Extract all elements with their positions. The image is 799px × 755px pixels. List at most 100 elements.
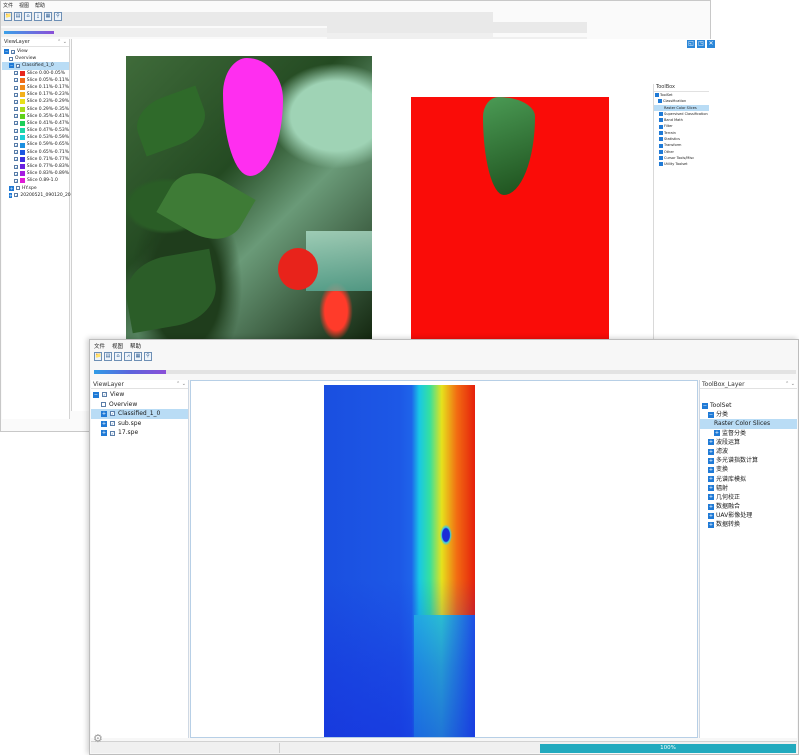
collapse-icon[interactable]: −: [708, 411, 714, 418]
layers-icon[interactable]: ▤: [104, 352, 112, 361]
layer-checkbox[interactable]: [14, 128, 18, 133]
layer-checkbox[interactable]: [14, 193, 19, 198]
download-icon[interactable]: ⤓: [34, 12, 42, 21]
toolbox-item[interactable]: − 分类: [700, 410, 797, 419]
toolbox-item[interactable]: + 多光谱指数计算: [700, 456, 797, 465]
layer-row[interactable]: − View: [91, 390, 188, 400]
bg-menu-file[interactable]: 文件: [3, 2, 13, 10]
expand-icon[interactable]: [659, 124, 663, 129]
fg-menu-view[interactable]: 视图: [112, 342, 123, 350]
layer-checkbox[interactable]: [14, 85, 18, 90]
bg-menu-help[interactable]: 帮助: [35, 2, 45, 10]
layer-checkbox[interactable]: [14, 78, 18, 83]
expand-icon[interactable]: [659, 162, 663, 167]
layer-checkbox[interactable]: [110, 411, 115, 417]
expand-icon[interactable]: +: [708, 439, 714, 446]
layer-row[interactable]: + HY.spe: [2, 185, 69, 192]
panel-controls-icon[interactable]: ⌃ ⌄: [176, 380, 186, 389]
toolbox-item[interactable]: Raster Color Slices: [700, 419, 797, 429]
layer-checkbox[interactable]: [16, 186, 20, 191]
layer-checkbox[interactable]: [14, 135, 18, 140]
toolbox-item[interactable]: − ToolSet: [700, 401, 797, 410]
expand-icon[interactable]: +: [9, 192, 13, 198]
toolbox-item[interactable]: + 辐射: [700, 484, 797, 493]
layer-row[interactable]: − Classified_1_0: [2, 62, 69, 70]
expand-icon[interactable]: +: [708, 485, 714, 492]
toolbox-item[interactable]: + 光谱库模拟: [700, 475, 797, 484]
layer-checkbox[interactable]: [14, 164, 18, 169]
expand-icon[interactable]: +: [708, 512, 714, 519]
toolbox-item[interactable]: Utility Toolset: [654, 161, 709, 167]
layer-row[interactable]: + sub.spe: [91, 419, 188, 429]
spectrum-icon[interactable]: ⩘: [124, 352, 132, 361]
home-icon[interactable]: ⌂: [114, 352, 122, 361]
layer-row[interactable]: +17.spe: [91, 428, 188, 438]
layer-row[interactable]: +20200521_090120_200-400.spe: [2, 192, 93, 199]
layer-checkbox[interactable]: [14, 71, 18, 76]
open-folder-icon[interactable]: 📁: [4, 12, 12, 21]
open-folder-icon[interactable]: 📁: [94, 352, 102, 361]
layer-checkbox[interactable]: [110, 430, 115, 436]
layer-row[interactable]: Slice 0.29%-0.35%: [2, 106, 69, 113]
layer-checkbox[interactable]: [14, 150, 18, 155]
layer-row[interactable]: Slice 0.05%-0.11%: [2, 77, 69, 84]
expand-icon[interactable]: +: [101, 430, 107, 437]
bg-menu-view[interactable]: 视图: [19, 2, 29, 10]
search-icon[interactable]: ⚲: [54, 12, 62, 21]
layer-checkbox[interactable]: [16, 63, 20, 68]
layer-checkbox[interactable]: [11, 49, 15, 54]
layer-checkbox[interactable]: [14, 114, 18, 119]
fg-menu-help[interactable]: 帮助: [130, 342, 141, 350]
layer-row[interactable]: Slice 0.17%-0.23%: [2, 91, 69, 98]
settings-gear-icon[interactable]: ⚙: [93, 732, 103, 745]
expand-icon[interactable]: +: [708, 448, 714, 455]
layer-row[interactable]: Slice 0.65%-0.71%: [2, 149, 69, 156]
collapse-icon[interactable]: −: [702, 402, 708, 409]
layer-checkbox[interactable]: [14, 157, 18, 162]
layer-checkbox[interactable]: [14, 143, 18, 148]
layer-row[interactable]: + Classified_1_0: [91, 409, 188, 419]
layer-row[interactable]: Slice 0.41%-0.47%: [2, 120, 69, 127]
layer-row[interactable]: Overview: [2, 55, 69, 62]
layer-checkbox[interactable]: [14, 92, 18, 97]
collapse-icon[interactable]: −: [4, 49, 9, 55]
toolbox-item[interactable]: + 数据融合: [700, 502, 797, 511]
layer-checkbox[interactable]: [9, 56, 13, 61]
toolbox-item[interactable]: + 几何校正: [700, 493, 797, 502]
layer-row[interactable]: Overview: [91, 400, 188, 410]
fg-image-viewer[interactable]: [190, 380, 698, 738]
expand-icon[interactable]: [658, 99, 662, 104]
layer-row[interactable]: Slice 0.00-0.05%: [2, 70, 69, 77]
grid-icon[interactable]: ▦: [134, 352, 142, 361]
toolbox-item[interactable]: + 滤波: [700, 447, 797, 456]
layer-row[interactable]: Slice 0.53%-0.59%: [2, 134, 69, 141]
expand-icon[interactable]: +: [708, 466, 714, 473]
expand-icon[interactable]: [659, 118, 663, 123]
expand-icon[interactable]: [659, 149, 663, 154]
layer-row[interactable]: Slice 0.71%-0.77%: [2, 156, 69, 163]
layer-checkbox[interactable]: [101, 401, 106, 407]
layer-checkbox[interactable]: [14, 121, 18, 126]
grid-icon[interactable]: ▦: [44, 12, 52, 21]
panel-controls-icon[interactable]: ⌃ ⌄: [57, 39, 67, 45]
toolbox-item[interactable]: + 变换: [700, 465, 797, 474]
collapse-icon[interactable]: −: [93, 391, 99, 398]
layer-checkbox[interactable]: [14, 171, 18, 176]
collapse-icon[interactable]: −: [9, 63, 14, 69]
toolbox-item[interactable]: + 数据转换: [700, 520, 797, 529]
expand-icon[interactable]: +: [708, 494, 714, 501]
layer-row[interactable]: Slice 0.83%-0.89%: [2, 170, 69, 177]
float-icon[interactable]: ◳: [697, 40, 705, 48]
expand-icon[interactable]: [655, 93, 659, 98]
expand-icon[interactable]: +: [708, 457, 714, 464]
toolbox-item[interactable]: + 监督分类: [700, 429, 797, 438]
expand-icon[interactable]: [659, 112, 663, 117]
home-icon[interactable]: ⌂: [24, 12, 32, 21]
dock-icon[interactable]: ◱: [687, 40, 695, 48]
search-icon[interactable]: ⚲: [144, 352, 152, 361]
layer-checkbox[interactable]: [14, 107, 18, 112]
layer-row[interactable]: Slice 0.11%-0.17%: [2, 84, 69, 91]
expand-icon[interactable]: [659, 156, 663, 161]
expand-icon[interactable]: [659, 137, 663, 142]
expand-icon[interactable]: +: [708, 476, 714, 483]
